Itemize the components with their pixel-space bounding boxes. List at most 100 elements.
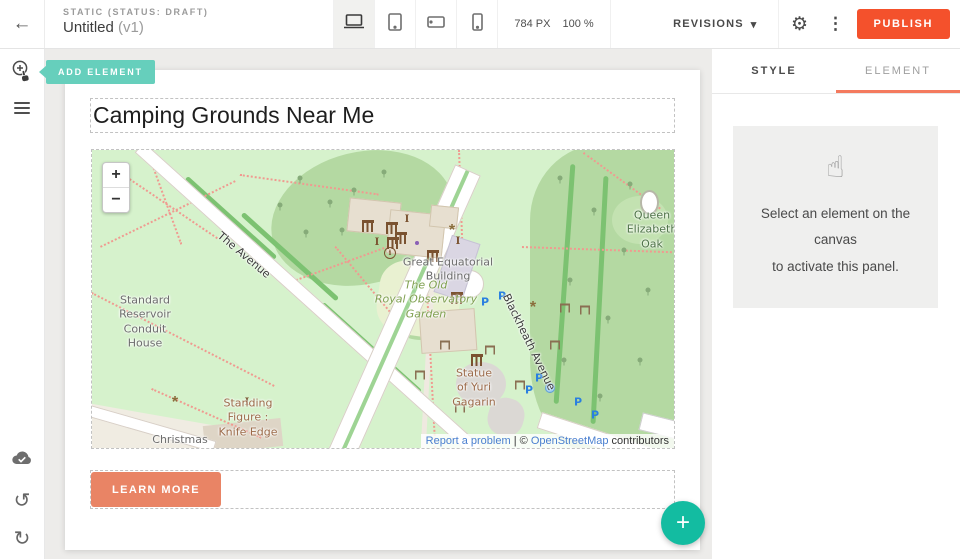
monument-icon: I — [405, 215, 410, 225]
back-button[interactable]: ← — [0, 0, 44, 48]
learn-more-button[interactable]: LEARN MORE — [91, 472, 221, 507]
status-label: STATIC (STATUS: DRAFT) — [63, 7, 273, 17]
kebab-icon: ⋮ — [827, 14, 844, 34]
button-row-element[interactable]: LEARN MORE — [90, 470, 675, 509]
tab-style[interactable]: STYLE — [712, 48, 836, 93]
tree-icon — [382, 170, 387, 175]
monument-icon: I — [456, 237, 461, 247]
tablet-landscape-preview-button[interactable] — [416, 0, 457, 48]
map-label-layer: The AvenueBlackheath AvenueStandard Rese… — [92, 150, 674, 448]
viewpoint-icon: * — [449, 223, 455, 233]
sections-menu-button[interactable] — [0, 102, 44, 117]
map-label: Standard Reservoir Conduit House — [119, 293, 171, 350]
hamburger-icon — [14, 102, 30, 117]
museum-icon — [362, 220, 374, 232]
tree-icon — [592, 208, 597, 213]
report-problem-link[interactable]: Report a problem — [426, 435, 511, 447]
page-title-block: STATIC (STATUS: DRAFT) Untitled (v1) — [44, 0, 291, 48]
information-icon: i — [384, 247, 396, 259]
tree-icon — [278, 203, 283, 208]
poi-dot-icon — [415, 241, 419, 245]
zoom-out-button[interactable]: − — [103, 187, 129, 212]
canvas-page: Camping Grounds Near Me — [65, 70, 700, 550]
museum-icon — [471, 354, 483, 366]
redo-icon: ↻ — [14, 527, 31, 549]
tree-icon — [568, 278, 573, 283]
map-label: The Old Royal Observatory Garden — [375, 279, 477, 322]
touch-icon: ☝ — [749, 150, 922, 185]
tree-icon — [638, 358, 643, 363]
desktop-preview-button[interactable] — [334, 0, 375, 48]
top-toolbar: ← STATIC (STATUS: DRAFT) Untitled (v1) — [0, 0, 960, 49]
zoom-in-button[interactable]: + — [103, 163, 129, 187]
picnic-table-icon — [580, 306, 590, 315]
tree-icon — [558, 176, 563, 181]
picnic-table-icon — [440, 341, 450, 350]
laptop-icon — [343, 12, 365, 36]
map-label: Christmas — [152, 433, 207, 447]
tree-icon — [562, 358, 567, 363]
map-attribution: Report a problem | © OpenStreetMap contr… — [421, 434, 674, 448]
version-label: (v1) — [118, 19, 144, 36]
spacer — [611, 0, 653, 48]
viewport-width: 784 PX — [514, 18, 550, 30]
tree-icon — [340, 228, 345, 233]
phone-icon — [471, 12, 484, 37]
parking-icon: P — [574, 397, 582, 408]
empty-state-card: ☝ Select an element on the canvas to act… — [733, 126, 938, 308]
heading-element[interactable]: Camping Grounds Near Me — [90, 98, 675, 133]
picnic-table-icon — [415, 371, 425, 380]
attribution-suffix: contributors — [608, 435, 669, 447]
add-element-icon — [10, 59, 34, 90]
tree-icon — [598, 394, 603, 399]
back-arrow-icon: ← — [13, 13, 32, 35]
tree-icon — [304, 230, 309, 235]
gear-icon: ⚙ — [791, 13, 808, 36]
plus-icon: + — [676, 509, 690, 537]
osm-link[interactable]: OpenStreetMap — [531, 435, 609, 447]
add-element-tooltip: ADD ELEMENT — [46, 60, 155, 84]
tree-icon — [606, 316, 611, 321]
more-options-button[interactable]: ⋮ — [821, 0, 851, 48]
map-label: Queen Elizabeth Oak — [627, 209, 674, 252]
device-preview-switch — [333, 0, 498, 48]
tablet-portrait-preview-button[interactable] — [375, 0, 416, 48]
tree-icon — [646, 288, 651, 293]
parking-icon: P — [481, 297, 489, 308]
tablet-icon — [387, 12, 403, 37]
chevron-down-icon: ▾ — [751, 18, 758, 31]
settings-button[interactable]: ⚙ — [778, 0, 821, 48]
tree-icon — [328, 200, 333, 205]
page-title: Untitled (v1) — [63, 19, 273, 36]
phone-preview-button[interactable] — [457, 0, 498, 48]
monument-icon: I — [375, 238, 380, 248]
tree-icon — [628, 182, 633, 187]
revisions-dropdown[interactable]: REVISIONS ▾ — [653, 0, 777, 48]
attribution-divider: | — [511, 435, 520, 447]
museum-icon — [395, 232, 407, 244]
viewpoint-icon: * — [530, 300, 536, 310]
map-zoom-control: + − — [102, 162, 130, 213]
zoom-level: 100 % — [562, 18, 593, 30]
page-heading-text: Camping Grounds Near Me — [91, 102, 374, 129]
undo-button[interactable]: ↺ — [0, 489, 44, 511]
picnic-table-icon — [560, 304, 570, 313]
redo-button[interactable]: ↻ — [0, 527, 44, 549]
add-element-button[interactable] — [0, 59, 44, 90]
cloud-check-icon — [10, 448, 34, 471]
picnic-table-icon — [550, 341, 560, 350]
map-label: The Avenue — [215, 229, 273, 281]
add-section-fab[interactable]: + — [661, 501, 705, 545]
map-element[interactable]: IIIIi***PPPPPP The AvenueBlackheath Aven… — [91, 149, 675, 449]
tab-element[interactable]: ELEMENT — [836, 48, 960, 93]
parking-icon: P — [525, 385, 533, 396]
map-embed[interactable]: IIIIi***PPPPPP The AvenueBlackheath Aven… — [92, 150, 674, 448]
empty-state-text: Select an element on the canvas to activ… — [749, 201, 922, 280]
map-label: Standing Figure : Knife Edge — [218, 397, 277, 440]
publish-button[interactable]: PUBLISH — [857, 9, 950, 39]
map-label: Statue of Yuri Gagarin — [452, 367, 496, 410]
inspector-panel: STYLE ELEMENT ☝ Select an element on the… — [712, 48, 960, 559]
viewpoint-icon: * — [172, 395, 178, 405]
viewport-size-indicator: 784 PX 100 % — [498, 0, 610, 48]
copyright-symbol: © — [520, 435, 531, 447]
